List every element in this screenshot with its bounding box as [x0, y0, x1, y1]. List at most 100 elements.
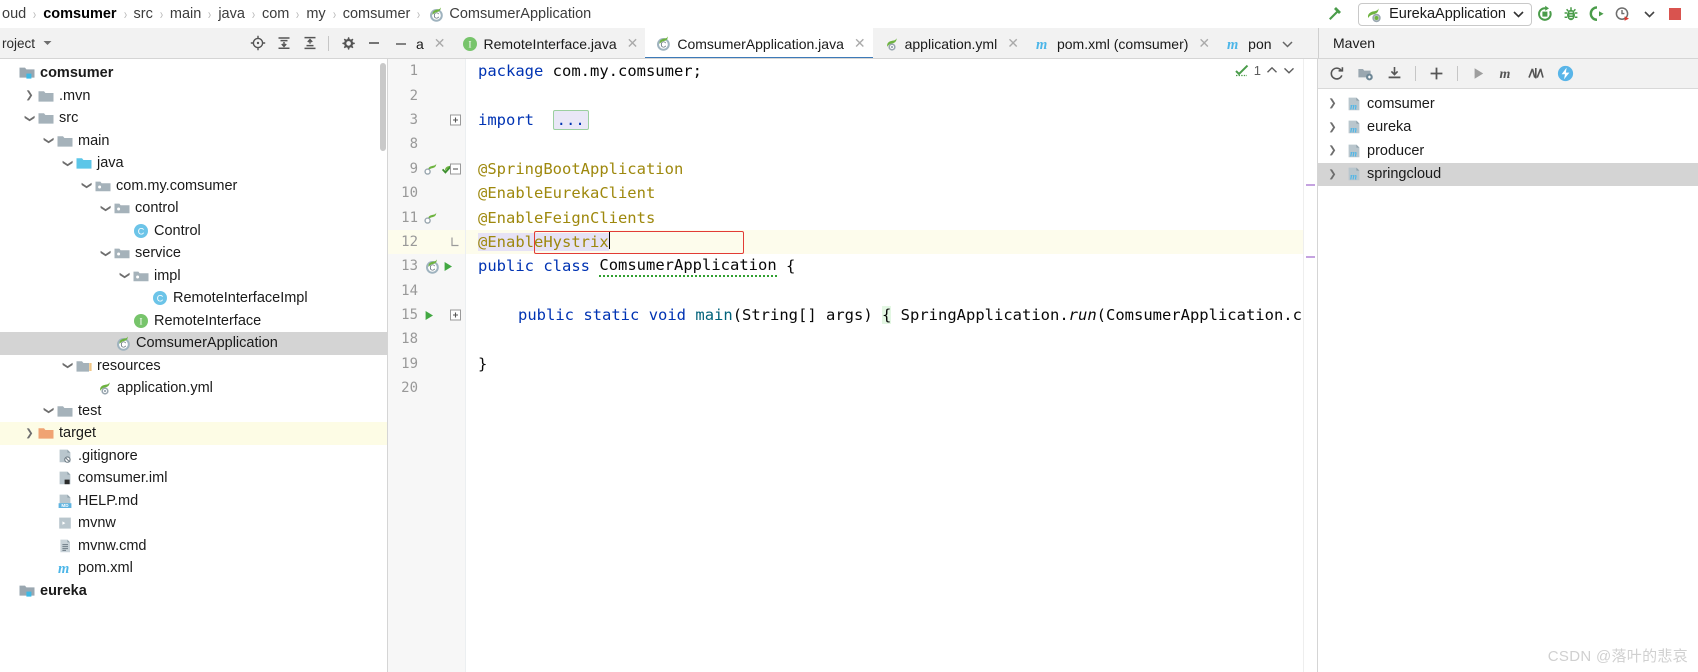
line-number[interactable]: 3 [388, 112, 418, 128]
line-number[interactable]: 10 [388, 185, 418, 201]
fold-expand-icon[interactable] [450, 114, 461, 126]
line-number[interactable]: 20 [388, 380, 418, 396]
project-tree-item-pom-xml[interactable]: m pom.xml [0, 557, 387, 580]
close-icon[interactable]: ✕ [627, 35, 639, 52]
project-tree-item-eureka[interactable]: eureka [0, 580, 387, 603]
locate-target-icon[interactable] [245, 31, 270, 56]
project-tree-item-target[interactable]: ❯ target [0, 422, 387, 445]
project-tree-item-mvnw[interactable]: mvnw [0, 512, 387, 535]
maven-project-producer[interactable]: ❯ m producer [1318, 139, 1698, 163]
breadcrumb-item-comsumer[interactable]: comsumer [341, 6, 413, 22]
close-icon[interactable]: ✕ [434, 35, 446, 52]
chevron-right-icon[interactable]: ❯ [1326, 169, 1339, 180]
chevron-down-icon[interactable]: ❯ [100, 202, 111, 215]
project-tree-item-test[interactable]: ❯ test [0, 400, 387, 423]
chevron-right-icon[interactable]: ❯ [1326, 145, 1339, 156]
maven-settings-icon[interactable] [1552, 61, 1579, 87]
error-stripe-marker[interactable] [1306, 184, 1315, 186]
project-tree-item-impl[interactable]: ❯ impl [0, 265, 387, 288]
expand-all-icon[interactable] [271, 31, 296, 56]
chevron-down-icon[interactable] [1281, 40, 1293, 48]
line-number[interactable]: 1 [388, 63, 418, 79]
chevron-down-icon[interactable] [42, 39, 53, 47]
breadcrumb-item-java[interactable]: java [216, 6, 247, 22]
breadcrumb-item-src[interactable]: src [132, 6, 155, 22]
chevron-down-icon[interactable]: ❯ [43, 404, 54, 417]
chevron-up-icon[interactable] [1266, 66, 1278, 75]
maven-project-eureka[interactable]: ❯ m eureka [1318, 116, 1698, 140]
line-number[interactable]: 8 [388, 136, 418, 152]
project-tree-item-remoteinterface[interactable]: I RemoteInterface [0, 310, 387, 333]
stop-icon[interactable] [1662, 2, 1688, 26]
line-number[interactable]: 15 [388, 307, 418, 323]
chevron-down-icon[interactable]: ❯ [24, 112, 35, 125]
chevron-down-icon[interactable] [1283, 66, 1295, 75]
fold-end-icon[interactable] [450, 236, 461, 247]
breadcrumb-item-comsumer[interactable]: comsumer [41, 6, 118, 22]
editor-code-area[interactable]: package com.my.comsumer; import ... @Spr… [466, 59, 1317, 672]
breadcrumb-item-com[interactable]: com [260, 6, 291, 22]
add-icon[interactable] [1423, 61, 1450, 87]
project-tree-item-control[interactable]: C Control [0, 220, 387, 243]
line-number[interactable]: 13 [388, 258, 418, 274]
project-tree-item-src[interactable]: ❯ src [0, 107, 387, 130]
chevron-down-icon[interactable] [1513, 10, 1524, 18]
collapse-tabs-icon[interactable] [388, 28, 414, 58]
settings-gear-icon[interactable] [335, 31, 360, 56]
chevron-down-icon[interactable]: ❯ [119, 269, 130, 282]
profiler-dropdown-icon[interactable] [1636, 2, 1662, 26]
spring-bean-icon[interactable] [423, 162, 438, 176]
project-tree-item-remoteinterfaceimpl[interactable]: C RemoteInterfaceImpl [0, 287, 387, 310]
close-icon[interactable]: ✕ [1198, 35, 1210, 52]
fold-expand-icon[interactable] [450, 309, 461, 321]
run-icon[interactable] [1465, 61, 1492, 87]
line-number[interactable]: 11 [388, 210, 418, 226]
breadcrumb-item-main[interactable]: main [168, 6, 203, 22]
breadcrumb-item-oud[interactable]: oud [0, 6, 28, 22]
run-arrow-icon[interactable] [423, 309, 435, 322]
maven-project-springcloud[interactable]: ❯ m springcloud [1318, 162, 1698, 186]
fold-collapse-icon[interactable] [450, 163, 461, 175]
line-number[interactable]: 19 [388, 356, 418, 372]
close-icon[interactable]: ✕ [854, 35, 866, 52]
project-tree-item-main[interactable]: ❯ main [0, 130, 387, 153]
editor-tab-a[interactable]: a ✕ [414, 28, 453, 58]
run-configuration-selector[interactable]: EurekaApplication [1358, 2, 1532, 26]
spring-class-icon[interactable]: C [423, 258, 440, 275]
chevron-right-icon[interactable]: ❯ [1326, 98, 1339, 109]
chevron-down-icon[interactable]: ❯ [62, 359, 73, 372]
project-tree-item-comsumer-iml[interactable]: comsumer.iml [0, 467, 387, 490]
line-number[interactable]: 18 [388, 331, 418, 347]
editor-tab-pom-xml-comsumer-[interactable]: m pom.xml (comsumer) ✕ [1025, 28, 1218, 58]
breadcrumb-item-my[interactable]: my [304, 6, 327, 22]
editor-tab-application-yml[interactable]: application.yml ✕ [872, 28, 1026, 58]
project-tree-item-java[interactable]: ❯ java [0, 152, 387, 175]
error-stripe-marker[interactable] [1306, 256, 1315, 258]
project-tree-item-mvnw-cmd[interactable]: mvnw.cmd [0, 535, 387, 558]
project-scrollbar[interactable] [380, 63, 386, 151]
run-arrow-icon[interactable] [442, 260, 454, 273]
hide-panel-icon[interactable] [361, 31, 386, 56]
maven-project-comsumer[interactable]: ❯ m comsumer [1318, 92, 1698, 116]
run-with-coverage-icon[interactable] [1584, 2, 1610, 26]
project-tree-item-control[interactable]: ❯ control [0, 197, 387, 220]
project-tree-item-comsumer[interactable]: comsumer [0, 62, 387, 85]
hammer-icon[interactable] [1322, 2, 1348, 26]
chevron-down-icon[interactable]: ❯ [81, 179, 92, 192]
editor-tab-pon[interactable]: m pon [1217, 28, 1300, 58]
chevron-down-icon[interactable]: ❯ [100, 247, 111, 260]
inspection-widget[interactable]: 1 [1235, 63, 1295, 78]
spring-bean-icon[interactable] [423, 211, 438, 225]
add-maven-project-icon[interactable] [1352, 61, 1379, 87]
close-icon[interactable]: ✕ [1007, 35, 1019, 52]
project-tree-item-application-yml[interactable]: application.yml [0, 377, 387, 400]
chevron-right-icon[interactable]: ❯ [23, 90, 36, 101]
project-tree-item--gitignore[interactable]: .gitignore [0, 445, 387, 468]
chevron-right-icon[interactable]: ❯ [23, 428, 36, 439]
project-tree-item-help-md[interactable]: MD HELP.md [0, 490, 387, 513]
chevron-down-icon[interactable]: ❯ [43, 134, 54, 147]
project-tree-item-comsumerapplication[interactable]: C ComsumerApplication [0, 332, 387, 355]
download-sources-icon[interactable] [1381, 61, 1408, 87]
line-number[interactable]: 14 [388, 283, 418, 299]
debug-icon[interactable] [1558, 2, 1584, 26]
